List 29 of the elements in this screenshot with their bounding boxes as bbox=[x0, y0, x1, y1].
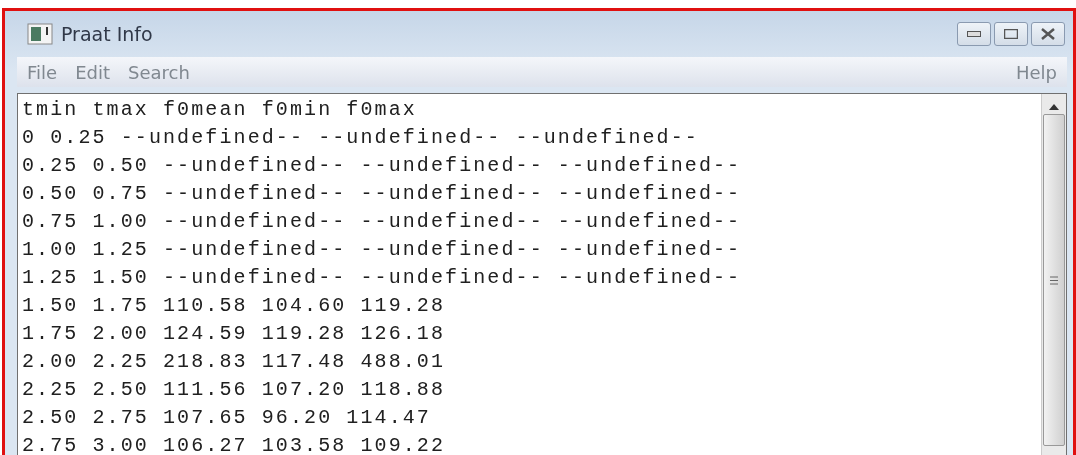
output-line: 2.75 3.00 106.27 103.58 109.22 bbox=[22, 433, 447, 455]
minimize-button[interactable] bbox=[957, 22, 991, 46]
scroll-up-icon[interactable] bbox=[1049, 104, 1059, 110]
close-icon bbox=[1041, 28, 1055, 40]
output-line: 2.25 2.50 111.56 107.20 118.88 bbox=[22, 377, 447, 403]
scroll-thumb[interactable] bbox=[1043, 114, 1065, 446]
grip-icon bbox=[1050, 275, 1058, 285]
maximize-button[interactable] bbox=[994, 22, 1028, 46]
minimize-icon bbox=[967, 31, 981, 37]
scrollbar[interactable] bbox=[1041, 94, 1066, 455]
output-line: 0.75 1.00 --undefined-- --undefined-- --undefined-- bbox=[22, 209, 743, 235]
menu-item[interactable]: Help bbox=[1015, 61, 1057, 83]
maximize-icon bbox=[1004, 29, 1018, 39]
output-line: tmin tmax f0mean f0min f0max bbox=[22, 97, 418, 123]
output-line: 2.50 2.75 107.65 96.20 114.47 bbox=[22, 405, 432, 431]
output-line: 0 0.25 --undefined-- --undefined-- --undefined-- bbox=[22, 125, 700, 151]
output-line: 1.75 2.00 124.59 119.28 126.18 bbox=[22, 321, 447, 347]
output-line: 1.00 1.25 --undefined-- --undefined-- --undefined-- bbox=[22, 237, 743, 263]
output-line: 0.50 0.75 --undefined-- --undefined-- --undefined-- bbox=[22, 181, 743, 207]
output-line: 1.25 1.50 --undefined-- --undefined-- --undefined-- bbox=[22, 265, 743, 291]
menu-item[interactable]: Edit bbox=[75, 61, 110, 83]
output-line: 0.25 0.50 --undefined-- --undefined-- --undefined-- bbox=[22, 153, 743, 179]
close-button[interactable] bbox=[1031, 22, 1065, 46]
window-icon bbox=[27, 23, 53, 45]
menu-item[interactable]: File bbox=[27, 61, 58, 83]
menu-item[interactable]: Search bbox=[128, 61, 190, 83]
window-title: Praat Info bbox=[61, 23, 154, 45]
output-line: 1.50 1.75 110.58 104.60 119.28 bbox=[22, 293, 447, 319]
output-line: 2.00 2.25 218.83 117.48 488.01 bbox=[22, 349, 447, 375]
